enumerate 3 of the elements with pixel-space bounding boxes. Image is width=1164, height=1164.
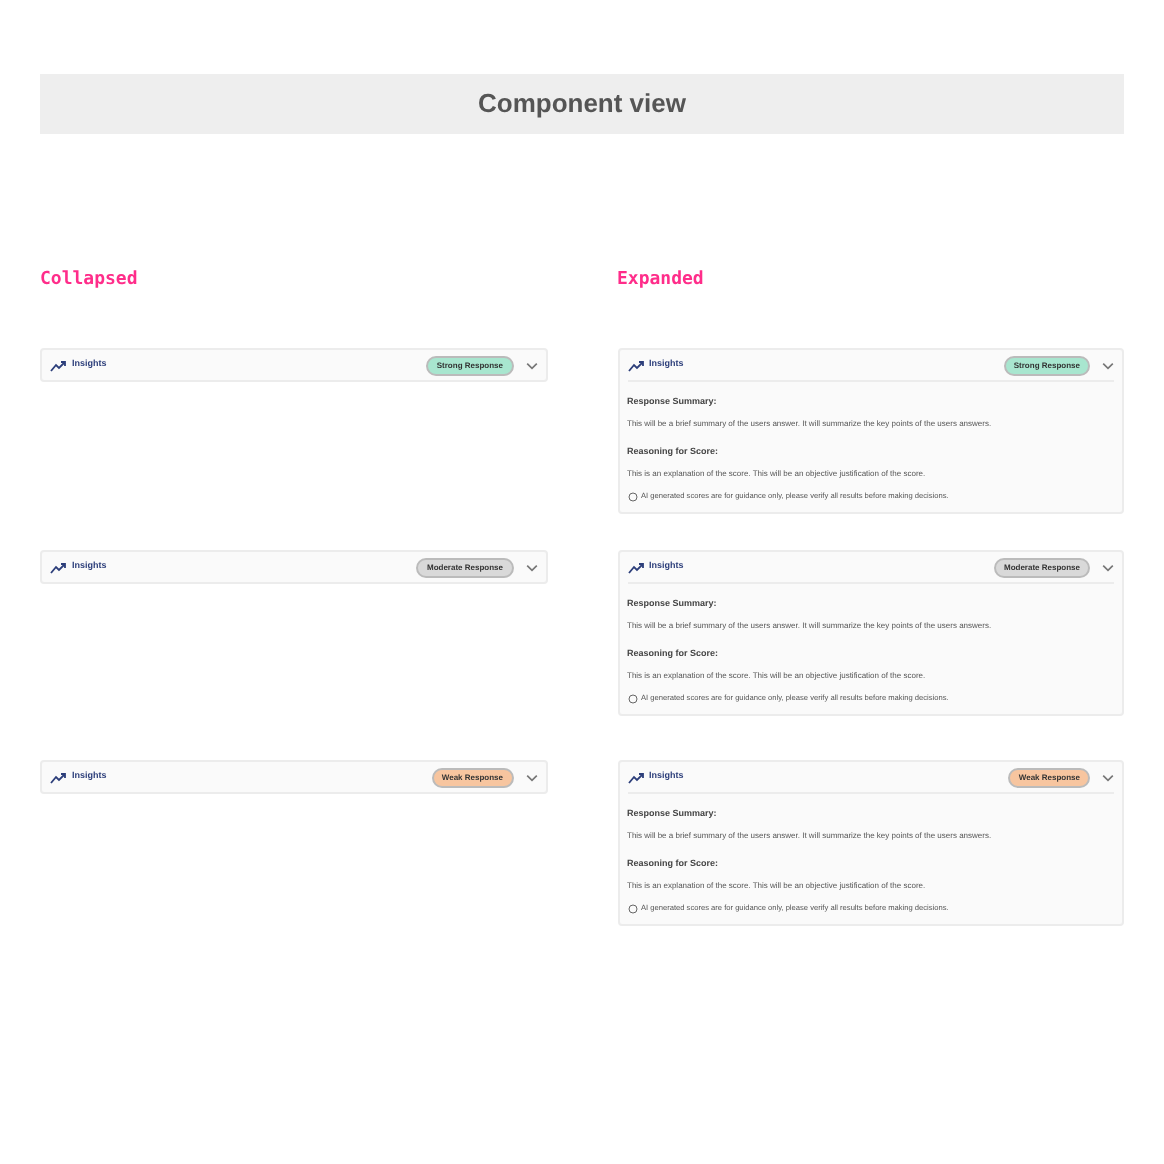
section-label: Collapsed bbox=[40, 268, 140, 294]
page-title: Component view bbox=[477, 86, 686, 123]
section-label: Expanded bbox=[617, 268, 706, 294]
